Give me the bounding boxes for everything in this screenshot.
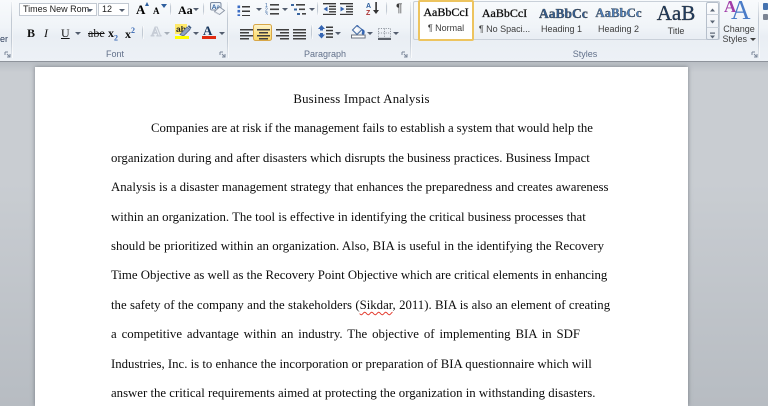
svg-text:Z: Z [366, 10, 371, 15]
svg-text:A: A [366, 3, 371, 10]
svg-text:3: 3 [265, 12, 268, 15]
